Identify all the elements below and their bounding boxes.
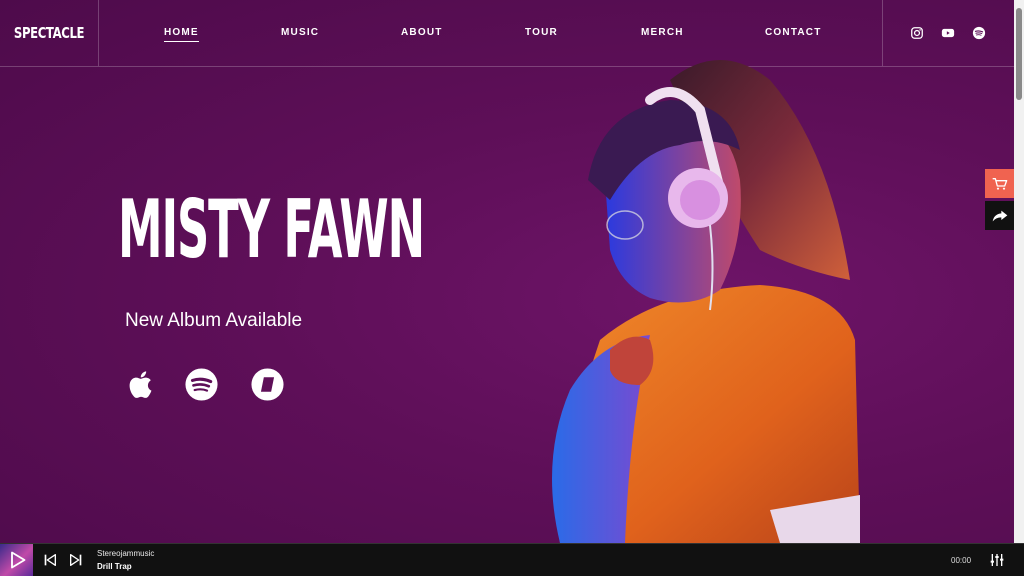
previous-track-icon[interactable] xyxy=(42,552,58,568)
track-time: 00:00 xyxy=(951,556,972,565)
nav-merch[interactable]: MERCH xyxy=(641,27,684,38)
social-links xyxy=(882,0,1014,66)
next-track-icon[interactable] xyxy=(68,552,84,568)
play-icon xyxy=(10,551,25,569)
hero-subtitle: New Album Available xyxy=(125,310,303,331)
instagram-icon[interactable] xyxy=(910,26,924,40)
track-title: Drill Trap xyxy=(97,562,132,571)
nav-home[interactable]: HOME xyxy=(164,27,199,42)
track-artist: Stereojammusic xyxy=(97,549,155,558)
scrollbar-thumb[interactable] xyxy=(1016,8,1022,100)
equalizer-icon[interactable] xyxy=(989,552,1005,568)
logo-cell[interactable]: SPECTACLE xyxy=(0,0,99,66)
spotify-icon[interactable] xyxy=(972,26,986,40)
nav-tour[interactable]: TOUR xyxy=(525,27,558,38)
site-canvas: SPECTACLE HOME MUSIC ABOUT TOUR MERCH CO… xyxy=(0,0,1014,543)
artist-photo xyxy=(552,60,860,543)
share-button[interactable] xyxy=(985,201,1014,230)
spotify-streaming-icon[interactable] xyxy=(184,367,219,402)
player-play-button[interactable] xyxy=(0,544,33,576)
artist-name: MISTY FAWN xyxy=(118,183,425,276)
nav-contact[interactable]: CONTACT xyxy=(765,27,822,38)
deezer-icon[interactable] xyxy=(250,367,285,402)
cart-icon xyxy=(992,177,1007,190)
nav-about[interactable]: ABOUT xyxy=(401,27,443,38)
apple-music-icon[interactable] xyxy=(124,367,159,402)
music-player: Stereojammusic Drill Trap 00:00 xyxy=(0,543,1024,576)
nav-music[interactable]: MUSIC xyxy=(281,27,319,38)
site-logo[interactable]: SPECTACLE xyxy=(14,24,85,42)
page-scrollbar[interactable] xyxy=(1014,0,1024,543)
youtube-icon[interactable] xyxy=(941,26,955,40)
share-icon xyxy=(992,210,1007,221)
cart-button[interactable] xyxy=(985,169,1014,198)
